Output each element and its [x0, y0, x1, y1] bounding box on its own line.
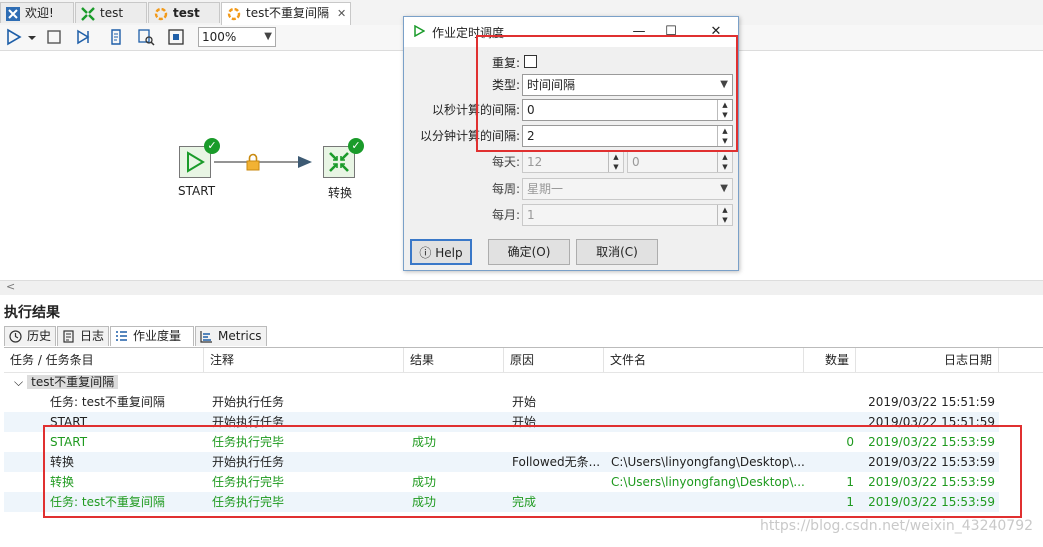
spinner: ▲ ▼: [717, 205, 732, 225]
cell-file: [611, 392, 806, 412]
monthly-value: 1: [527, 208, 535, 222]
explore-icon[interactable]: [136, 27, 156, 47]
column-header-log-date[interactable]: 日志日期: [856, 348, 999, 372]
metrics-icon: [200, 331, 212, 343]
tab-label: 历史: [27, 329, 52, 343]
cell-note: 开始执行任务: [212, 395, 285, 409]
help-icon: ⓘ: [419, 246, 432, 260]
zoom-select[interactable]: 100% ▼: [198, 27, 276, 47]
column-header-result[interactable]: 结果: [404, 348, 504, 372]
tab-test-job[interactable]: test: [148, 2, 220, 23]
cell-reason: 开始: [512, 395, 537, 409]
tab-label: Metrics: [218, 329, 262, 343]
chevron-down-icon[interactable]: [26, 27, 38, 47]
tab-label: test: [100, 6, 124, 20]
column-header-note[interactable]: 注释: [204, 348, 404, 372]
daily-minute-input: 0 ▲ ▼: [627, 151, 733, 173]
tab-job-metrics[interactable]: 作业度量: [110, 326, 194, 346]
tab-test-no-repeat-interval[interactable]: test不重复间隔 ✕: [221, 2, 351, 25]
stop-icon[interactable]: [44, 27, 64, 47]
tab-history[interactable]: 历史: [4, 326, 56, 346]
group-label: test不重复间隔: [27, 375, 119, 389]
cell-task: 任务: test不重复间隔: [50, 395, 165, 409]
help-button[interactable]: ⓘ Help: [410, 239, 472, 265]
table-row[interactable]: 任务: test不重复间隔 开始执行任务 开始 2019/03/22 15:51:59: [4, 392, 999, 412]
hop-connector[interactable]: [212, 151, 324, 173]
welcome-icon: [6, 7, 20, 21]
tab-welcome[interactable]: 欢迎!: [0, 2, 74, 23]
list-icon: [116, 331, 127, 341]
job-icon: [154, 7, 168, 21]
column-header-filename[interactable]: 文件名: [604, 348, 804, 372]
results-tab-bar: 历史 日志 作业度量 Metrics: [4, 325, 1043, 348]
tab-label: 欢迎!: [25, 6, 54, 20]
chevron-left-icon[interactable]: <: [6, 280, 15, 293]
start-icon: [414, 25, 425, 37]
clock-icon: [9, 330, 22, 343]
monthly-label: 每月:: [491, 208, 520, 222]
column-header-count[interactable]: 数量: [804, 348, 856, 372]
column-header-reason[interactable]: 原因: [504, 348, 604, 372]
chevron-down-icon[interactable]: ⌵: [14, 375, 23, 389]
daily-hour-value: 12: [527, 155, 543, 169]
job-icon: [227, 7, 241, 21]
tab-label: 日志: [80, 329, 105, 343]
chevron-down-icon: ▼: [264, 31, 272, 42]
close-icon[interactable]: ✕: [337, 7, 346, 20]
lock-icon: [246, 153, 260, 171]
results-table-header: 任务 / 任务条目 注释 结果 原因 文件名 数量 日志日期: [4, 348, 1043, 373]
transformation-icon: [81, 7, 95, 21]
help-button-label: Help: [435, 246, 463, 260]
watermark: https://blog.csdn.net/weixin_43240792: [760, 518, 1034, 534]
cell-result: [412, 392, 502, 412]
weekly-select: 星期一 ▼: [522, 178, 733, 200]
weekly-label: 每周:: [491, 182, 520, 196]
ok-button[interactable]: 确定(O): [488, 239, 570, 265]
cancel-button[interactable]: 取消(C): [576, 239, 658, 265]
column-header-task[interactable]: 任务 / 任务条目: [4, 348, 204, 372]
replay-icon[interactable]: [74, 27, 94, 47]
tab-label: test: [173, 6, 200, 20]
log-icon: [63, 330, 74, 343]
highlight-box-results: [43, 425, 1022, 518]
spinner: ▲ ▼: [608, 152, 623, 172]
chevron-down-icon: ▼: [720, 183, 728, 194]
tab-label: 作业度量: [133, 329, 182, 343]
zoom-value: 100%: [202, 30, 237, 44]
tree-group-node[interactable]: ⌵ test不重复间隔: [14, 373, 119, 392]
daily-hour-input: 12 ▲ ▼: [522, 151, 624, 173]
tab-metrics[interactable]: Metrics: [195, 326, 267, 346]
spinner: ▲ ▼: [717, 152, 732, 172]
align-icon[interactable]: [166, 27, 186, 47]
daily-minute-value: 0: [632, 155, 640, 169]
highlight-box-dialog: [476, 35, 738, 152]
run-icon[interactable]: [4, 27, 24, 47]
monthly-input: 1 ▲ ▼: [522, 204, 733, 226]
results-title: 执行结果: [4, 305, 60, 321]
tab-log[interactable]: 日志: [57, 326, 109, 346]
start-node-label: START: [178, 184, 216, 198]
sql-icon[interactable]: [106, 27, 126, 47]
horizontal-scrollbar[interactable]: <: [0, 280, 1043, 295]
tab-label: test不重复间隔: [246, 6, 330, 20]
daily-label: 每天:: [491, 155, 520, 169]
tab-test-transformation[interactable]: test: [75, 2, 147, 23]
cell-date: 2019/03/22 15:51:59: [868, 395, 995, 409]
cell-count: [810, 392, 854, 412]
weekly-value: 星期一: [527, 182, 564, 196]
